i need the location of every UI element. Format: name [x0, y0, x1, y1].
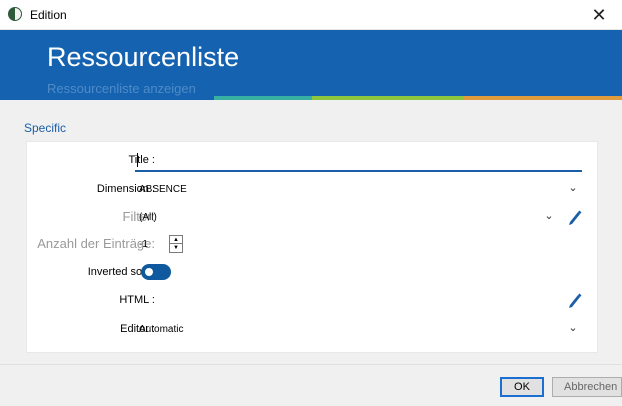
title-row: Title : — [27, 150, 599, 172]
pencil-icon[interactable] — [566, 208, 582, 226]
pencil-icon[interactable] — [566, 291, 582, 309]
editor-row: Editor : Automatic ⌄ — [27, 319, 599, 341]
entries-value[interactable]: -1 — [139, 239, 148, 250]
entries-stepper[interactable]: -1 ▲ ▼ — [137, 235, 197, 255]
stepper-down-button[interactable]: ▼ — [170, 244, 182, 252]
stepper-buttons: ▲ ▼ — [169, 235, 183, 253]
dimension-select[interactable]: ABSENCE — [139, 184, 187, 195]
title-bar: Edition ✕ — [0, 0, 622, 30]
dialog-content: Specific Title : Dimension : ABSENCE ⌄ F… — [0, 100, 622, 406]
toggle-knob — [145, 268, 153, 276]
filter-row: Filter: (All) ⌄ — [27, 207, 599, 229]
chevron-down-icon[interactable]: ⌄ — [567, 181, 579, 195]
html-label: HTML : — [119, 294, 155, 306]
html-row: HTML : — [27, 290, 599, 312]
chevron-down-icon[interactable]: ⌄ — [543, 209, 555, 223]
app-logo-icon — [8, 7, 22, 21]
section-title: Specific — [24, 121, 67, 135]
filter-select[interactable]: (All) — [139, 212, 157, 223]
header-banner: Ressourcenliste Ressourcenliste anzeigen — [0, 30, 622, 100]
cancel-button[interactable]: Abbrechen — [552, 377, 622, 397]
title-input[interactable] — [135, 150, 582, 172]
text-caret — [137, 153, 138, 167]
inverted-sort-toggle[interactable] — [141, 264, 171, 280]
banner-title: Ressourcenliste — [47, 42, 240, 72]
banner-subtitle: Ressourcenliste anzeigen — [47, 81, 196, 96]
editor-select[interactable]: Automatic — [139, 324, 183, 335]
footer-divider — [0, 364, 622, 365]
entries-row: Anzahl der Einträge: -1 ▲ ▼ — [27, 234, 599, 256]
window-title: Edition — [30, 8, 67, 22]
inverted-sort-row: Inverted sort : — [27, 262, 599, 284]
chevron-down-icon[interactable]: ⌄ — [567, 321, 579, 335]
ok-button[interactable]: OK — [500, 377, 544, 397]
settings-panel: Title : Dimension : ABSENCE ⌄ Filter: (A… — [26, 141, 598, 353]
close-button[interactable]: ✕ — [576, 0, 622, 30]
dimension-row: Dimension : ABSENCE ⌄ — [27, 179, 599, 201]
stepper-up-button[interactable]: ▲ — [170, 236, 182, 244]
